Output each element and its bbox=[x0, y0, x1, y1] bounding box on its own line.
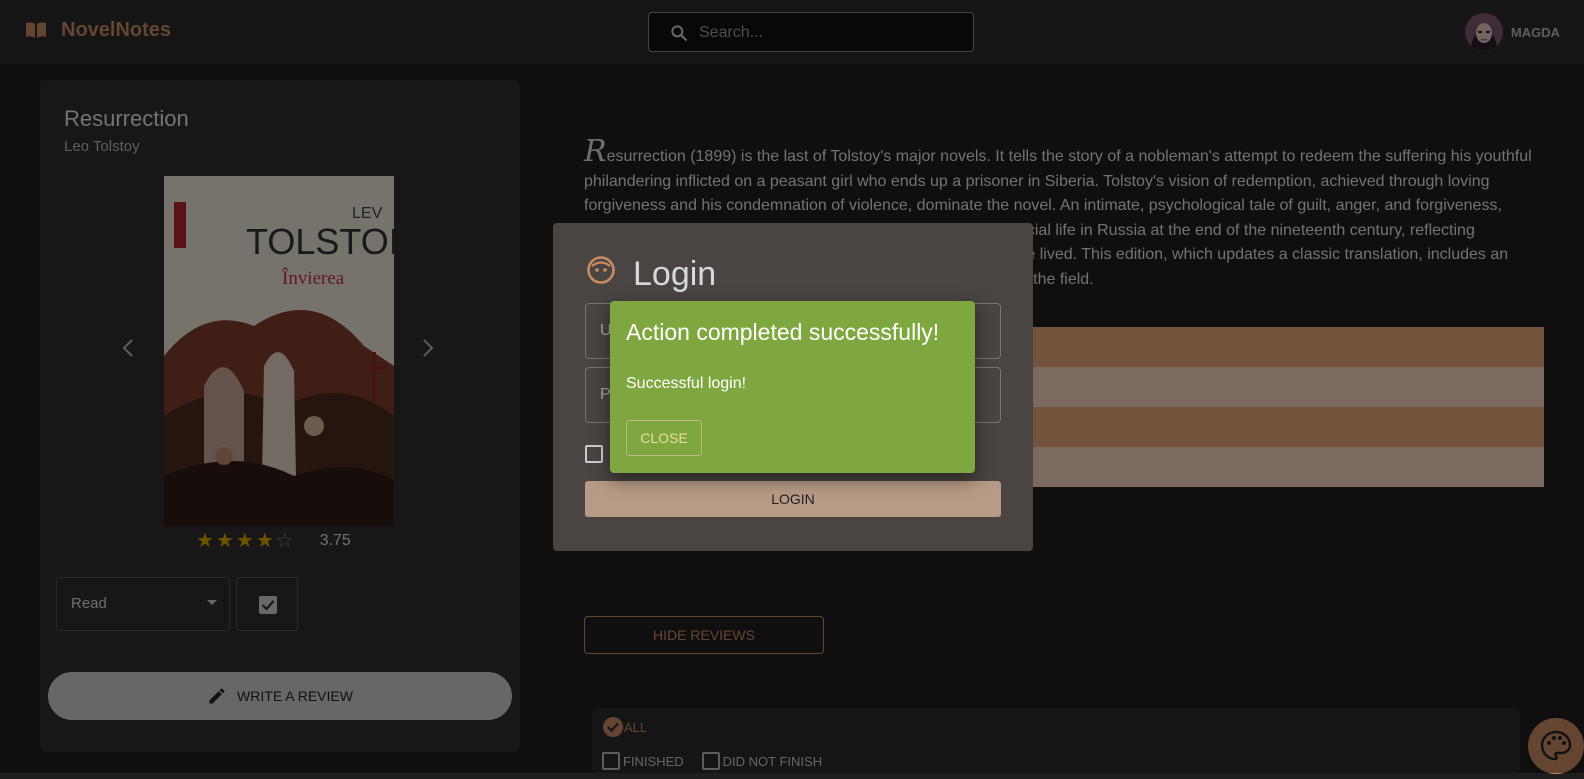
success-message: Successful login! bbox=[626, 375, 747, 392]
login-title: Login bbox=[633, 255, 717, 293]
login-button[interactable]: LOGIN bbox=[585, 481, 1001, 517]
remember-me-checkbox[interactable] bbox=[585, 445, 603, 463]
success-title: Action completed successfully! bbox=[626, 319, 940, 345]
close-button[interactable]: CLOSE bbox=[626, 420, 702, 456]
face-icon bbox=[587, 256, 615, 284]
success-dialog: Action completed successfully! Successfu… bbox=[610, 301, 975, 473]
